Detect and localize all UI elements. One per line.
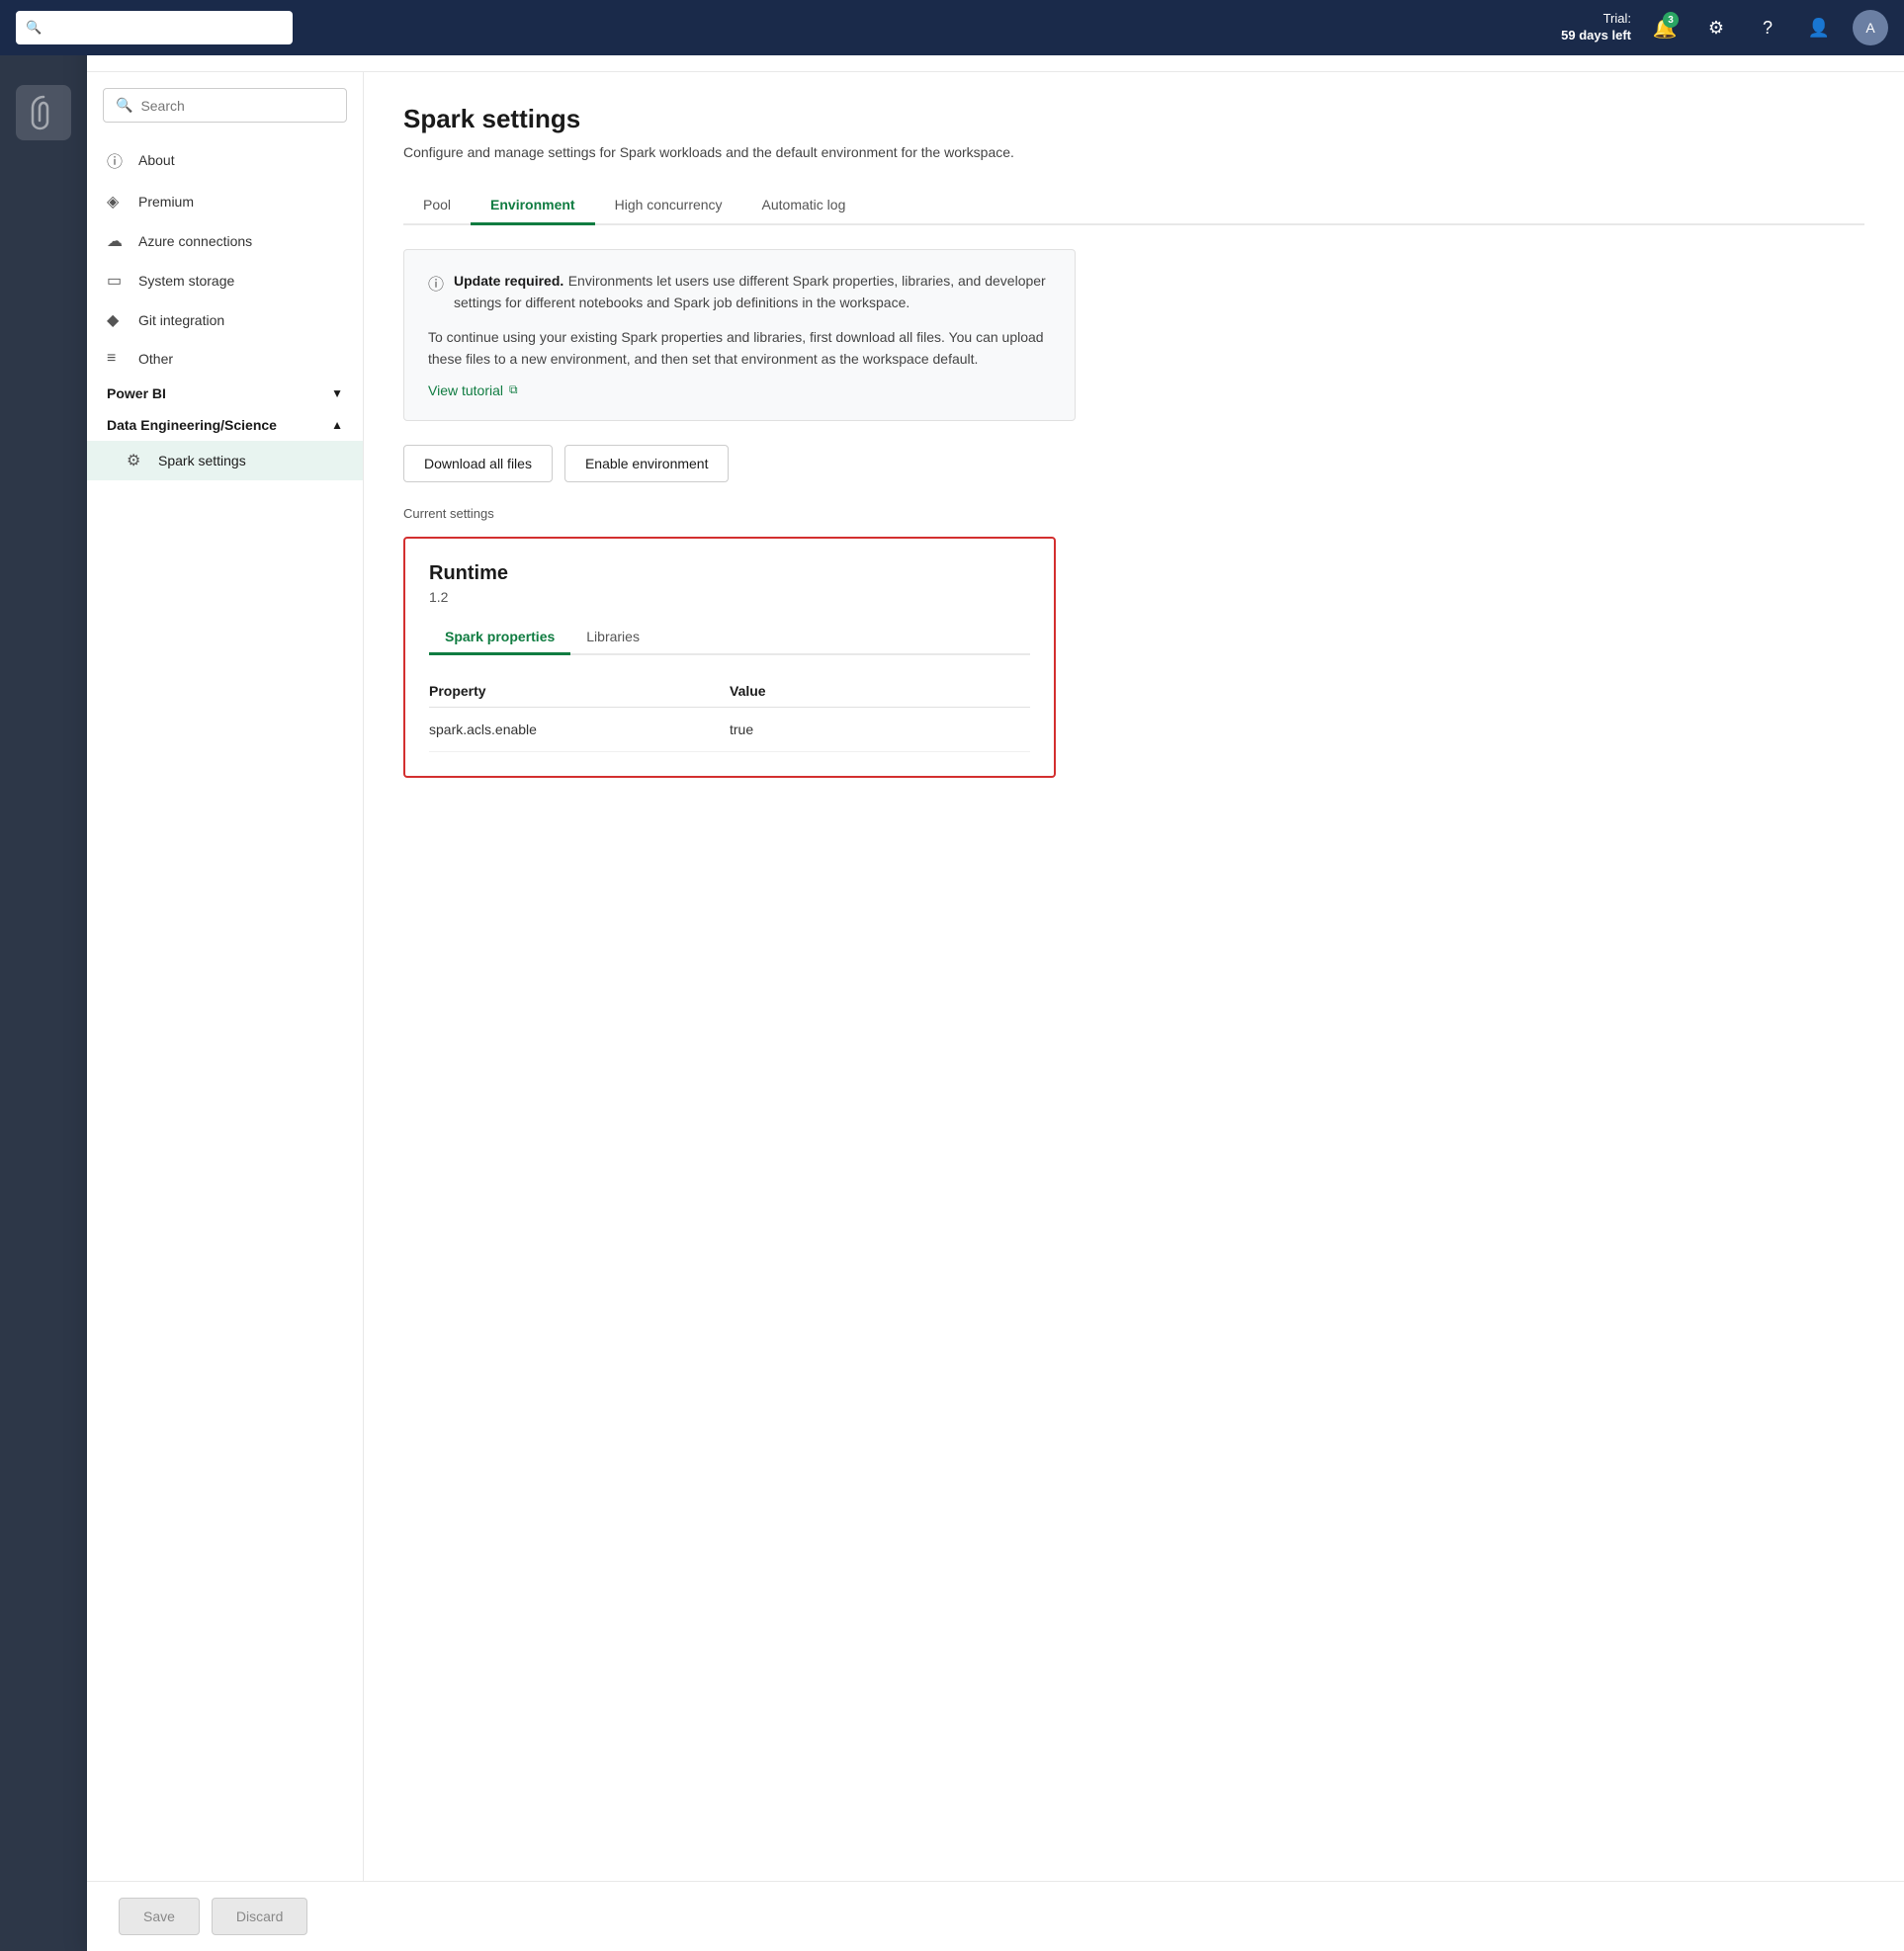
git-icon: ◆ bbox=[107, 310, 127, 330]
avatar[interactable]: A bbox=[1853, 10, 1888, 45]
runtime-version: 1.2 bbox=[429, 589, 1030, 605]
tab-environment[interactable]: Environment bbox=[471, 187, 595, 225]
tab-pool[interactable]: Pool bbox=[403, 187, 471, 225]
info-title: Update required. bbox=[454, 273, 563, 289]
runtime-title: Runtime bbox=[429, 562, 1030, 585]
info-header: ⓘ Update required. Environments let user… bbox=[428, 270, 1051, 314]
sidebar-item-other[interactable]: ≡ Other bbox=[87, 340, 363, 378]
topbar-search-icon: 🔍 bbox=[26, 20, 42, 36]
search-icon: 🔍 bbox=[116, 97, 132, 114]
table-header: Property Value bbox=[429, 675, 1030, 708]
chevron-down-icon: ▼ bbox=[331, 386, 343, 400]
modal-footer: Save Discard bbox=[87, 1881, 1904, 1951]
property-table: Property Value spark.acls.enable true bbox=[429, 675, 1030, 752]
col-property-header: Property bbox=[429, 683, 730, 699]
sidebar-item-git[interactable]: ◆ Git integration bbox=[87, 300, 363, 340]
tab-automatic-log[interactable]: Automatic log bbox=[742, 187, 866, 225]
info-icon: ⓘ bbox=[428, 271, 444, 295]
page-description: Configure and manage settings for Spark … bbox=[403, 142, 1095, 163]
download-all-files-button[interactable]: Download all files bbox=[403, 445, 553, 482]
nav-section-data-eng[interactable]: Data Engineering/Science ▲ bbox=[87, 409, 363, 441]
profile-icon-btn[interactable]: 👤 bbox=[1801, 10, 1837, 45]
modal-body: 🔍 ⓘ About ◈ Premium ☁ Azure connections … bbox=[87, 72, 1904, 1881]
view-tutorial-link[interactable]: View tutorial ⧉ bbox=[428, 382, 518, 398]
table-row: spark.acls.enable true bbox=[429, 708, 1030, 752]
topbar: 🔍 Trial: 59 days left 🔔 3 ⚙ ? 👤 A bbox=[0, 0, 1904, 55]
bg-sidebar bbox=[0, 55, 87, 1951]
notification-badge: 3 bbox=[1663, 12, 1679, 28]
sub-tab-libraries[interactable]: Libraries bbox=[570, 621, 655, 655]
info-extra-text: To continue using your existing Spark pr… bbox=[428, 326, 1051, 371]
settings-box: Runtime 1.2 Spark properties Libraries P… bbox=[403, 537, 1056, 778]
sidebar-item-about[interactable]: ⓘ About bbox=[87, 138, 363, 182]
premium-icon: ◈ bbox=[107, 192, 127, 212]
chevron-up-icon: ▲ bbox=[331, 418, 343, 432]
spark-settings-icon: ⚙ bbox=[127, 451, 146, 470]
current-settings-label: Current settings bbox=[403, 506, 1864, 521]
sub-tabs: Spark properties Libraries bbox=[429, 621, 1030, 655]
tabs: Pool Environment High concurrency Automa… bbox=[403, 187, 1864, 225]
sidebar-item-storage[interactable]: ▭ System storage bbox=[87, 261, 363, 300]
sub-tab-spark-properties[interactable]: Spark properties bbox=[429, 621, 570, 655]
sidebar-item-azure[interactable]: ☁ Azure connections bbox=[87, 221, 363, 261]
external-link-icon: ⧉ bbox=[509, 382, 518, 397]
page-title: Spark settings bbox=[403, 104, 1864, 134]
bg-icon-paperclip bbox=[16, 85, 71, 140]
about-icon: ⓘ bbox=[107, 148, 127, 172]
help-icon-btn[interactable]: ? bbox=[1750, 10, 1785, 45]
nav-section-powerbi[interactable]: Power BI ▼ bbox=[87, 378, 363, 409]
search-box[interactable]: 🔍 bbox=[103, 88, 347, 123]
sidebar-item-premium[interactable]: ◈ Premium bbox=[87, 182, 363, 221]
notification-button[interactable]: 🔔 3 bbox=[1647, 10, 1683, 45]
enable-environment-button[interactable]: Enable environment bbox=[564, 445, 730, 482]
row-property: spark.acls.enable bbox=[429, 721, 730, 737]
row-value: true bbox=[730, 721, 1030, 737]
sidebar-item-spark-settings[interactable]: ⚙ Spark settings bbox=[87, 441, 363, 480]
topbar-right: Trial: 59 days left 🔔 3 ⚙ ? 👤 A bbox=[1561, 10, 1888, 45]
main-content: Spark settings Configure and manage sett… bbox=[364, 72, 1904, 1881]
workspace-settings-modal: Workspace settings × 🔍 ⓘ About ◈ Premium bbox=[87, 0, 1904, 1951]
action-buttons: Download all files Enable environment bbox=[403, 445, 1864, 482]
storage-icon: ▭ bbox=[107, 271, 127, 291]
save-button[interactable]: Save bbox=[119, 1898, 200, 1935]
col-value-header: Value bbox=[730, 683, 1030, 699]
settings-icon-btn[interactable]: ⚙ bbox=[1698, 10, 1734, 45]
discard-button[interactable]: Discard bbox=[212, 1898, 307, 1935]
nav-sidebar: 🔍 ⓘ About ◈ Premium ☁ Azure connections … bbox=[87, 72, 364, 1881]
other-icon: ≡ bbox=[107, 350, 127, 368]
azure-icon: ☁ bbox=[107, 231, 127, 251]
tab-high-concurrency[interactable]: High concurrency bbox=[595, 187, 742, 225]
trial-info: Trial: 59 days left bbox=[1561, 11, 1631, 44]
topbar-search[interactable]: 🔍 bbox=[16, 11, 293, 44]
search-input[interactable] bbox=[140, 98, 334, 114]
info-box: ⓘ Update required. Environments let user… bbox=[403, 249, 1076, 421]
